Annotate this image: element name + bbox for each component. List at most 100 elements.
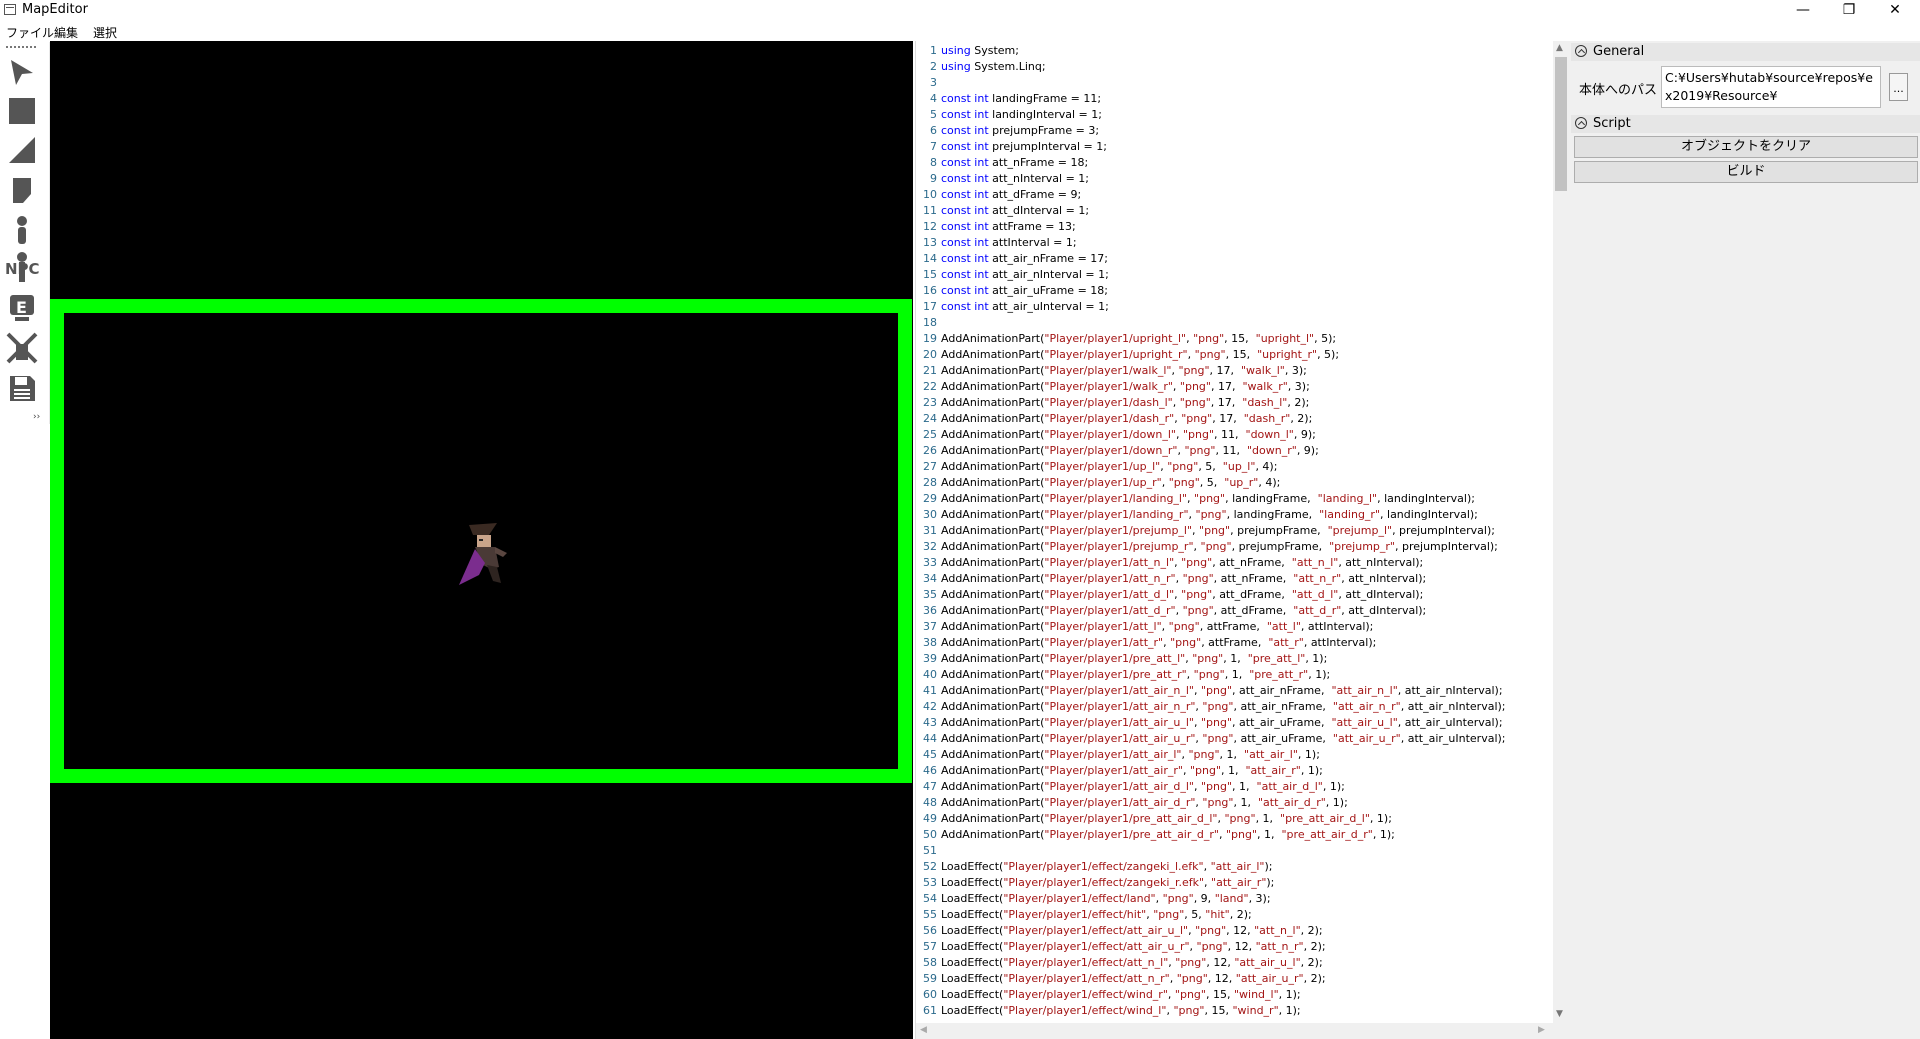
code-line[interactable]: 23 AddAnimationPart("Player/player1/dash_…	[916, 395, 1536, 411]
code-line[interactable]: 19 AddAnimationPart("Player/player1/uprig…	[916, 331, 1536, 347]
browse-path-button[interactable]: ...	[1889, 73, 1908, 101]
menu-file[interactable]: ファイル	[6, 24, 54, 41]
code-line[interactable]: 43 AddAnimationPart("Player/player1/att_a…	[916, 715, 1536, 731]
code-line[interactable]: 3	[916, 75, 1536, 91]
code-line[interactable]: 4 const int landingFrame = 11;	[916, 91, 1536, 107]
code-line[interactable]: 35 AddAnimationPart("Player/player1/att_d…	[916, 587, 1536, 603]
code-line[interactable]: 37 AddAnimationPart("Player/player1/att_l…	[916, 619, 1536, 635]
code-line[interactable]: 39 AddAnimationPart("Player/player1/pre_a…	[916, 651, 1536, 667]
collapse-chevron-icon[interactable]	[1575, 117, 1587, 129]
code-line[interactable]: 34 AddAnimationPart("Player/player1/att_n…	[916, 571, 1536, 587]
vertical-scrollbar[interactable]: ▲ ▼	[1553, 41, 1569, 1039]
code-line[interactable]: 38 AddAnimationPart("Player/player1/att_r…	[916, 635, 1536, 651]
save-tool-button[interactable]	[3, 370, 41, 406]
code-line[interactable]: 49 AddAnimationPart("Player/player1/pre_a…	[916, 811, 1536, 827]
code-line[interactable]: 15 const int att_air_nInterval = 1;	[916, 267, 1536, 283]
code-line[interactable]: 29 AddAnimationPart("Player/player1/landi…	[916, 491, 1536, 507]
menu-select[interactable]: 選択	[93, 24, 117, 41]
scroll-right-icon[interactable]: ▶	[1538, 1025, 1545, 1035]
code-line[interactable]: 11 const int att_dInterval = 1;	[916, 203, 1536, 219]
code-line[interactable]: 13 const int attInterval = 1;	[916, 235, 1536, 251]
code-line[interactable]: 36 AddAnimationPart("Player/player1/att_d…	[916, 603, 1536, 619]
select-tool-button[interactable]	[3, 54, 41, 90]
code-text: , 2);	[1300, 956, 1323, 969]
code-line[interactable]: 8 const int att_nFrame = 18;	[916, 155, 1536, 171]
code-line[interactable]: 28 AddAnimationPart("Player/player1/up_r"…	[916, 475, 1536, 491]
code-line[interactable]: 17 const int att_air_uInterval = 1;	[916, 299, 1536, 315]
code-line[interactable]: 14 const int att_air_nFrame = 17;	[916, 251, 1536, 267]
code-line[interactable]: 9 const int att_nInterval = 1;	[916, 171, 1536, 187]
code-line[interactable]: 45 AddAnimationPart("Player/player1/att_a…	[916, 747, 1536, 763]
delete-tool-button[interactable]	[3, 330, 41, 366]
code-line[interactable]: 1 using System;	[916, 43, 1536, 59]
code-line[interactable]: 30 AddAnimationPart("Player/player1/landi…	[916, 507, 1536, 523]
scroll-down-icon[interactable]: ▼	[1556, 1009, 1563, 1019]
code-line[interactable]: 5 const int landingInterval = 1;	[916, 107, 1536, 123]
code-line[interactable]: 2 using System.Linq;	[916, 59, 1536, 75]
code-line[interactable]: 7 const int prejumpInterval = 1;	[916, 139, 1536, 155]
script-section-header[interactable]: Script	[1571, 115, 1920, 133]
player-tool-button[interactable]	[3, 212, 41, 248]
slope-tool-button[interactable]	[3, 132, 41, 168]
code-text: , 1);	[1278, 1004, 1301, 1017]
resource-path-field[interactable]: C:¥Users¥hutab¥source¥repos¥ex2019¥Resou…	[1661, 66, 1881, 108]
code-line[interactable]: 53 LoadEffect("Player/player1/effect/zang…	[916, 875, 1536, 891]
clear-objects-button[interactable]: オブジェクトをクリア	[1574, 136, 1918, 158]
code-line[interactable]: 22 AddAnimationPart("Player/player1/walk_…	[916, 379, 1536, 395]
code-line[interactable]: 33 AddAnimationPart("Player/player1/att_n…	[916, 555, 1536, 571]
npc-tool-button[interactable]: NPC	[3, 250, 41, 286]
toolbar-overflow-button[interactable]: ››	[33, 412, 40, 422]
code-line[interactable]: 55 LoadEffect("Player/player1/effect/hit"…	[916, 907, 1536, 923]
code-line[interactable]: 6 const int prejumpFrame = 3;	[916, 123, 1536, 139]
script-editor[interactable]: 1 using System; 2 using System.Linq; 3 4 const…	[915, 41, 1569, 1039]
menu-edit[interactable]: 編集	[54, 24, 78, 41]
code-line[interactable]: 25 AddAnimationPart("Player/player1/down_…	[916, 427, 1536, 443]
general-section-header[interactable]: General	[1571, 43, 1920, 61]
code-line[interactable]: 50 AddAnimationPart("Player/player1/pre_a…	[916, 827, 1536, 843]
code-line[interactable]: 51	[916, 843, 1536, 859]
code-line[interactable]: 31 AddAnimationPart("Player/player1/preju…	[916, 523, 1536, 539]
code-line[interactable]: 56 LoadEffect("Player/player1/effect/att_…	[916, 923, 1536, 939]
map-canvas[interactable]	[50, 41, 913, 1039]
player-sprite[interactable]	[457, 523, 517, 589]
rectangle-tool-button[interactable]	[3, 93, 41, 129]
stage-boundary[interactable]	[50, 299, 912, 783]
code-line[interactable]: 59 LoadEffect("Player/player1/effect/att_…	[916, 971, 1536, 987]
code-line[interactable]: 24 AddAnimationPart("Player/player1/dash_…	[916, 411, 1536, 427]
scroll-left-icon[interactable]: ◀	[920, 1025, 927, 1035]
code-line[interactable]: 44 AddAnimationPart("Player/player1/att_a…	[916, 731, 1536, 747]
code-line[interactable]: 52 LoadEffect("Player/player1/effect/zang…	[916, 859, 1536, 875]
scroll-thumb[interactable]	[1555, 57, 1567, 191]
collapse-chevron-icon[interactable]	[1575, 45, 1587, 57]
code-line[interactable]: 41 AddAnimationPart("Player/player1/att_a…	[916, 683, 1536, 699]
code-line[interactable]: 32 AddAnimationPart("Player/player1/preju…	[916, 539, 1536, 555]
code-line[interactable]: 16 const int att_air_uFrame = 18;	[916, 283, 1536, 299]
code-line[interactable]: 27 AddAnimationPart("Player/player1/up_l"…	[916, 459, 1536, 475]
code-line[interactable]: 58 LoadEffect("Player/player1/effect/att_…	[916, 955, 1536, 971]
code-line[interactable]: 42 AddAnimationPart("Player/player1/att_a…	[916, 699, 1536, 715]
code-line[interactable]: 10 const int att_dFrame = 9;	[916, 187, 1536, 203]
code-line[interactable]: 18	[916, 315, 1536, 331]
code-line[interactable]: 60 LoadEffect("Player/player1/effect/wind…	[916, 987, 1536, 1003]
code-line[interactable]: 61 LoadEffect("Player/player1/effect/wind…	[916, 1003, 1536, 1019]
build-button[interactable]: ビルド	[1574, 161, 1918, 183]
code-line[interactable]: 57 LoadEffect("Player/player1/effect/att_…	[916, 939, 1536, 955]
scroll-up-icon[interactable]: ▲	[1556, 43, 1563, 53]
code-area[interactable]: 1 using System; 2 using System.Linq; 3 4 const…	[916, 43, 1536, 1023]
toolbar-grip[interactable]	[6, 46, 36, 48]
code-line[interactable]: 26 AddAnimationPart("Player/player1/down_…	[916, 443, 1536, 459]
maximize-button[interactable]: ❐	[1826, 0, 1872, 22]
horizontal-scrollbar[interactable]: ◀ ▶	[916, 1023, 1553, 1039]
close-button[interactable]: ✕	[1872, 0, 1918, 22]
door-tool-button[interactable]	[3, 172, 41, 208]
code-line[interactable]: 12 const int attFrame = 13;	[916, 219, 1536, 235]
code-line[interactable]: 46 AddAnimationPart("Player/player1/att_a…	[916, 763, 1536, 779]
minimize-button[interactable]: —	[1780, 0, 1826, 22]
code-line[interactable]: 40 AddAnimationPart("Player/player1/pre_a…	[916, 667, 1536, 683]
code-line[interactable]: 47 AddAnimationPart("Player/player1/att_a…	[916, 779, 1536, 795]
code-line[interactable]: 54 LoadEffect("Player/player1/effect/land…	[916, 891, 1536, 907]
code-line[interactable]: 20 AddAnimationPart("Player/player1/uprig…	[916, 347, 1536, 363]
enemy-tool-button[interactable]: E	[3, 290, 41, 326]
code-line[interactable]: 48 AddAnimationPart("Player/player1/att_a…	[916, 795, 1536, 811]
code-line[interactable]: 21 AddAnimationPart("Player/player1/walk_…	[916, 363, 1536, 379]
